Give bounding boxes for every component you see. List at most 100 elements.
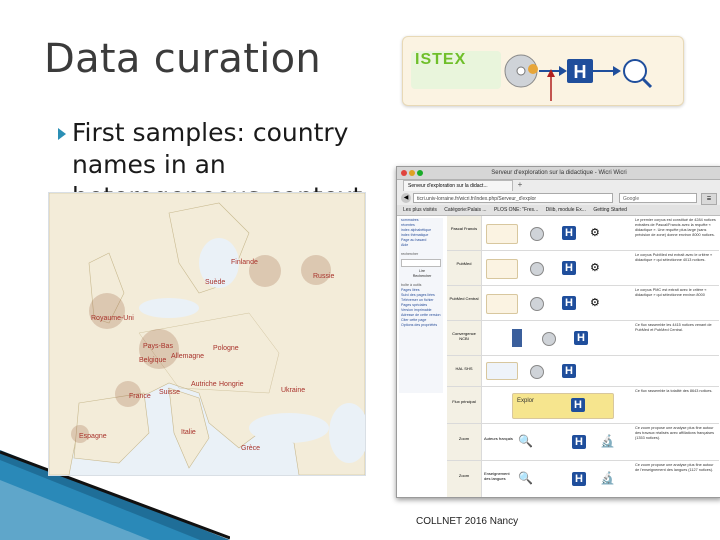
minimize-icon[interactable] (409, 170, 415, 176)
map-label-france: France (129, 393, 151, 400)
flow-description: Ce zoom propose une analyse plus fine au… (635, 426, 715, 440)
bookmarks-bar: Les plus visités Catégorie:Palais ... PL… (397, 205, 720, 216)
zoom-icon[interactable] (417, 170, 423, 176)
zoom-target-label: Enseignement des langues (484, 471, 510, 481)
europe-map: Finlande Suède Russie Royaume-Uni Pays-B… (48, 192, 366, 476)
map-label-royaume-uni: Royaume-Uni (91, 315, 134, 322)
explor-box: Explor H (512, 393, 614, 419)
map-label-allemagne: Allemagne (171, 353, 205, 360)
flow-row: Pascal Francis H ⚙ Le premier corpus est… (447, 216, 719, 251)
flow-description: Le corpus PubMed est extrait avec le cri… (635, 253, 713, 262)
flow-row: Zoom Auteurs français 🔍 H 🔬 Ce zoom prop… (447, 424, 719, 461)
flow-diagram-cell: H (482, 356, 632, 386)
sidebar-search-input[interactable] (401, 259, 441, 267)
flow-row: Flux principal Explor H Ce flux rassembl… (447, 387, 719, 424)
svg-text:H: H (574, 62, 587, 82)
sidebar-link[interactable]: Aide (399, 243, 443, 248)
map-label-finlande: Finlande (231, 259, 258, 266)
microscope-icon: 🔬 (600, 471, 615, 485)
pubmed-central-logo (486, 294, 518, 314)
close-icon[interactable] (401, 170, 407, 176)
bookmark-item[interactable]: PLOS ONE: "Fres... (494, 205, 538, 215)
flow-source-cell: PubMed Central (447, 286, 482, 320)
disk-icon (542, 332, 556, 346)
flow-source-label: Pascal Francis (450, 226, 478, 231)
bookmark-item[interactable]: Dilib, module Ex... (546, 205, 586, 215)
browser-tab[interactable]: Serveur d'exploration sur la didact... (403, 180, 513, 191)
h-icon: H (562, 364, 576, 378)
map-label-pays-bas: Pays-Bas (143, 343, 173, 350)
window-title: Serveur d'exploration sur la didactique … (397, 167, 720, 180)
disk-icon (530, 365, 544, 379)
slide-title: Data curation (44, 36, 322, 82)
back-icon[interactable]: ◀ (401, 193, 411, 203)
bookmark-item[interactable]: Catégorie:Palais ... (444, 205, 486, 215)
sidebar-link[interactable]: Options des propriétés (399, 323, 443, 328)
bookmark-item[interactable]: Les plus visités (403, 205, 437, 215)
disk-icon (530, 297, 544, 311)
flow-diagram-cell: H ⚙ (482, 251, 632, 285)
flow-row: PubMed Central H ⚙ Le corpus PMC est ext… (447, 286, 719, 321)
istex-flow-diagram: H (504, 54, 653, 101)
flow-source-cell: Pascal Francis (447, 216, 482, 250)
flow-row: HAL SHS H (447, 356, 719, 387)
magnifier-icon: 🔍 (518, 434, 533, 448)
flow-diagram-cell: Enseignement des langues 🔍 H 🔬 (482, 461, 632, 497)
istex-flow-image: ISTEX H (402, 36, 684, 106)
page-content: sommaires récentes index alphabétique in… (397, 216, 720, 497)
flow-source-label: HAL SHS (455, 366, 473, 371)
map-label-italie: Italie (181, 429, 196, 436)
bookmark-item[interactable]: Getting Started (593, 205, 627, 215)
h-icon: H (571, 398, 585, 412)
map-label-pologne: Pologne (213, 345, 239, 352)
flow-diagram-cell: Explor H (482, 387, 632, 423)
map-label-russie: Russie (313, 273, 335, 280)
flow-row: Zoom Enseignement des langues 🔍 H 🔬 Ce z… (447, 461, 719, 497)
flow-source-label: PubMed (456, 261, 472, 266)
new-tab-icon[interactable]: + (515, 180, 525, 190)
flow-source-label: Convergence NCBI (452, 331, 476, 341)
map-label-espagne: Espagne (79, 433, 107, 440)
footer-text: COLLNET 2016 Nancy (416, 516, 519, 527)
map-bubble (301, 255, 331, 285)
map-label-hongrie: Hongrie (219, 381, 244, 388)
wiki-sidebar: sommaires récentes index alphabétique in… (399, 218, 443, 393)
flow-diagram-cell: H ⚙ (482, 216, 632, 250)
sidebar-heading: rechercher (401, 252, 419, 256)
zoom-target-label: Auteurs français (484, 436, 513, 441)
flow-description: Ce flux rassemble les 4415 notices venan… (635, 323, 712, 332)
gear-icon: ⚙ (590, 297, 600, 309)
flow-description: Ce zoom propose une analyse plus fine au… (635, 463, 714, 472)
explor-label: Explor (517, 398, 535, 404)
h-icon: H (572, 472, 586, 486)
flow-source-cell: PubMed (447, 251, 482, 285)
search-input[interactable]: Google (619, 193, 697, 203)
flow-source-cell: HAL SHS (447, 356, 482, 386)
h-icon: H (572, 435, 586, 449)
bullet-arrow-icon (58, 128, 66, 140)
search-button[interactable]: Rechercher (399, 274, 443, 279)
map-label-suede: Suède (205, 279, 226, 286)
map-label-grece: Grèce (241, 445, 261, 452)
flow-description: Le corpus PMC est extrait avec le critèr… (635, 288, 707, 297)
flow-source-cell: Zoom (447, 424, 482, 460)
flow-row: PubMed H ⚙ Le corpus PubMed est extrait … (447, 251, 719, 286)
menu-icon[interactable]: ☰ (701, 193, 717, 205)
flow-description (633, 356, 719, 386)
hal-logo (486, 362, 518, 380)
browser-window: Serveur d'exploration sur la didactique … (396, 166, 720, 498)
flow-source-cell: Flux principal (447, 387, 482, 423)
disk-icon (530, 227, 544, 241)
h-icon: H (562, 296, 576, 310)
flow-source-cell: Convergence NCBI (447, 321, 482, 355)
map-bubble (89, 293, 125, 329)
flow-source-label: Flux principal (452, 399, 476, 404)
flow-diagram-cell: H (482, 321, 632, 355)
disk-icon (530, 262, 544, 276)
flow-source-label: PubMed Central (449, 296, 479, 301)
h-icon: H (562, 226, 576, 240)
url-bar[interactable]: ticri.univ-lorraine.fr/wicri.fr/index.ph… (413, 193, 613, 203)
microscope-icon: 🔬 (600, 434, 615, 448)
map-label-autriche: Autriche (191, 381, 217, 388)
pascal-logo (486, 224, 518, 244)
